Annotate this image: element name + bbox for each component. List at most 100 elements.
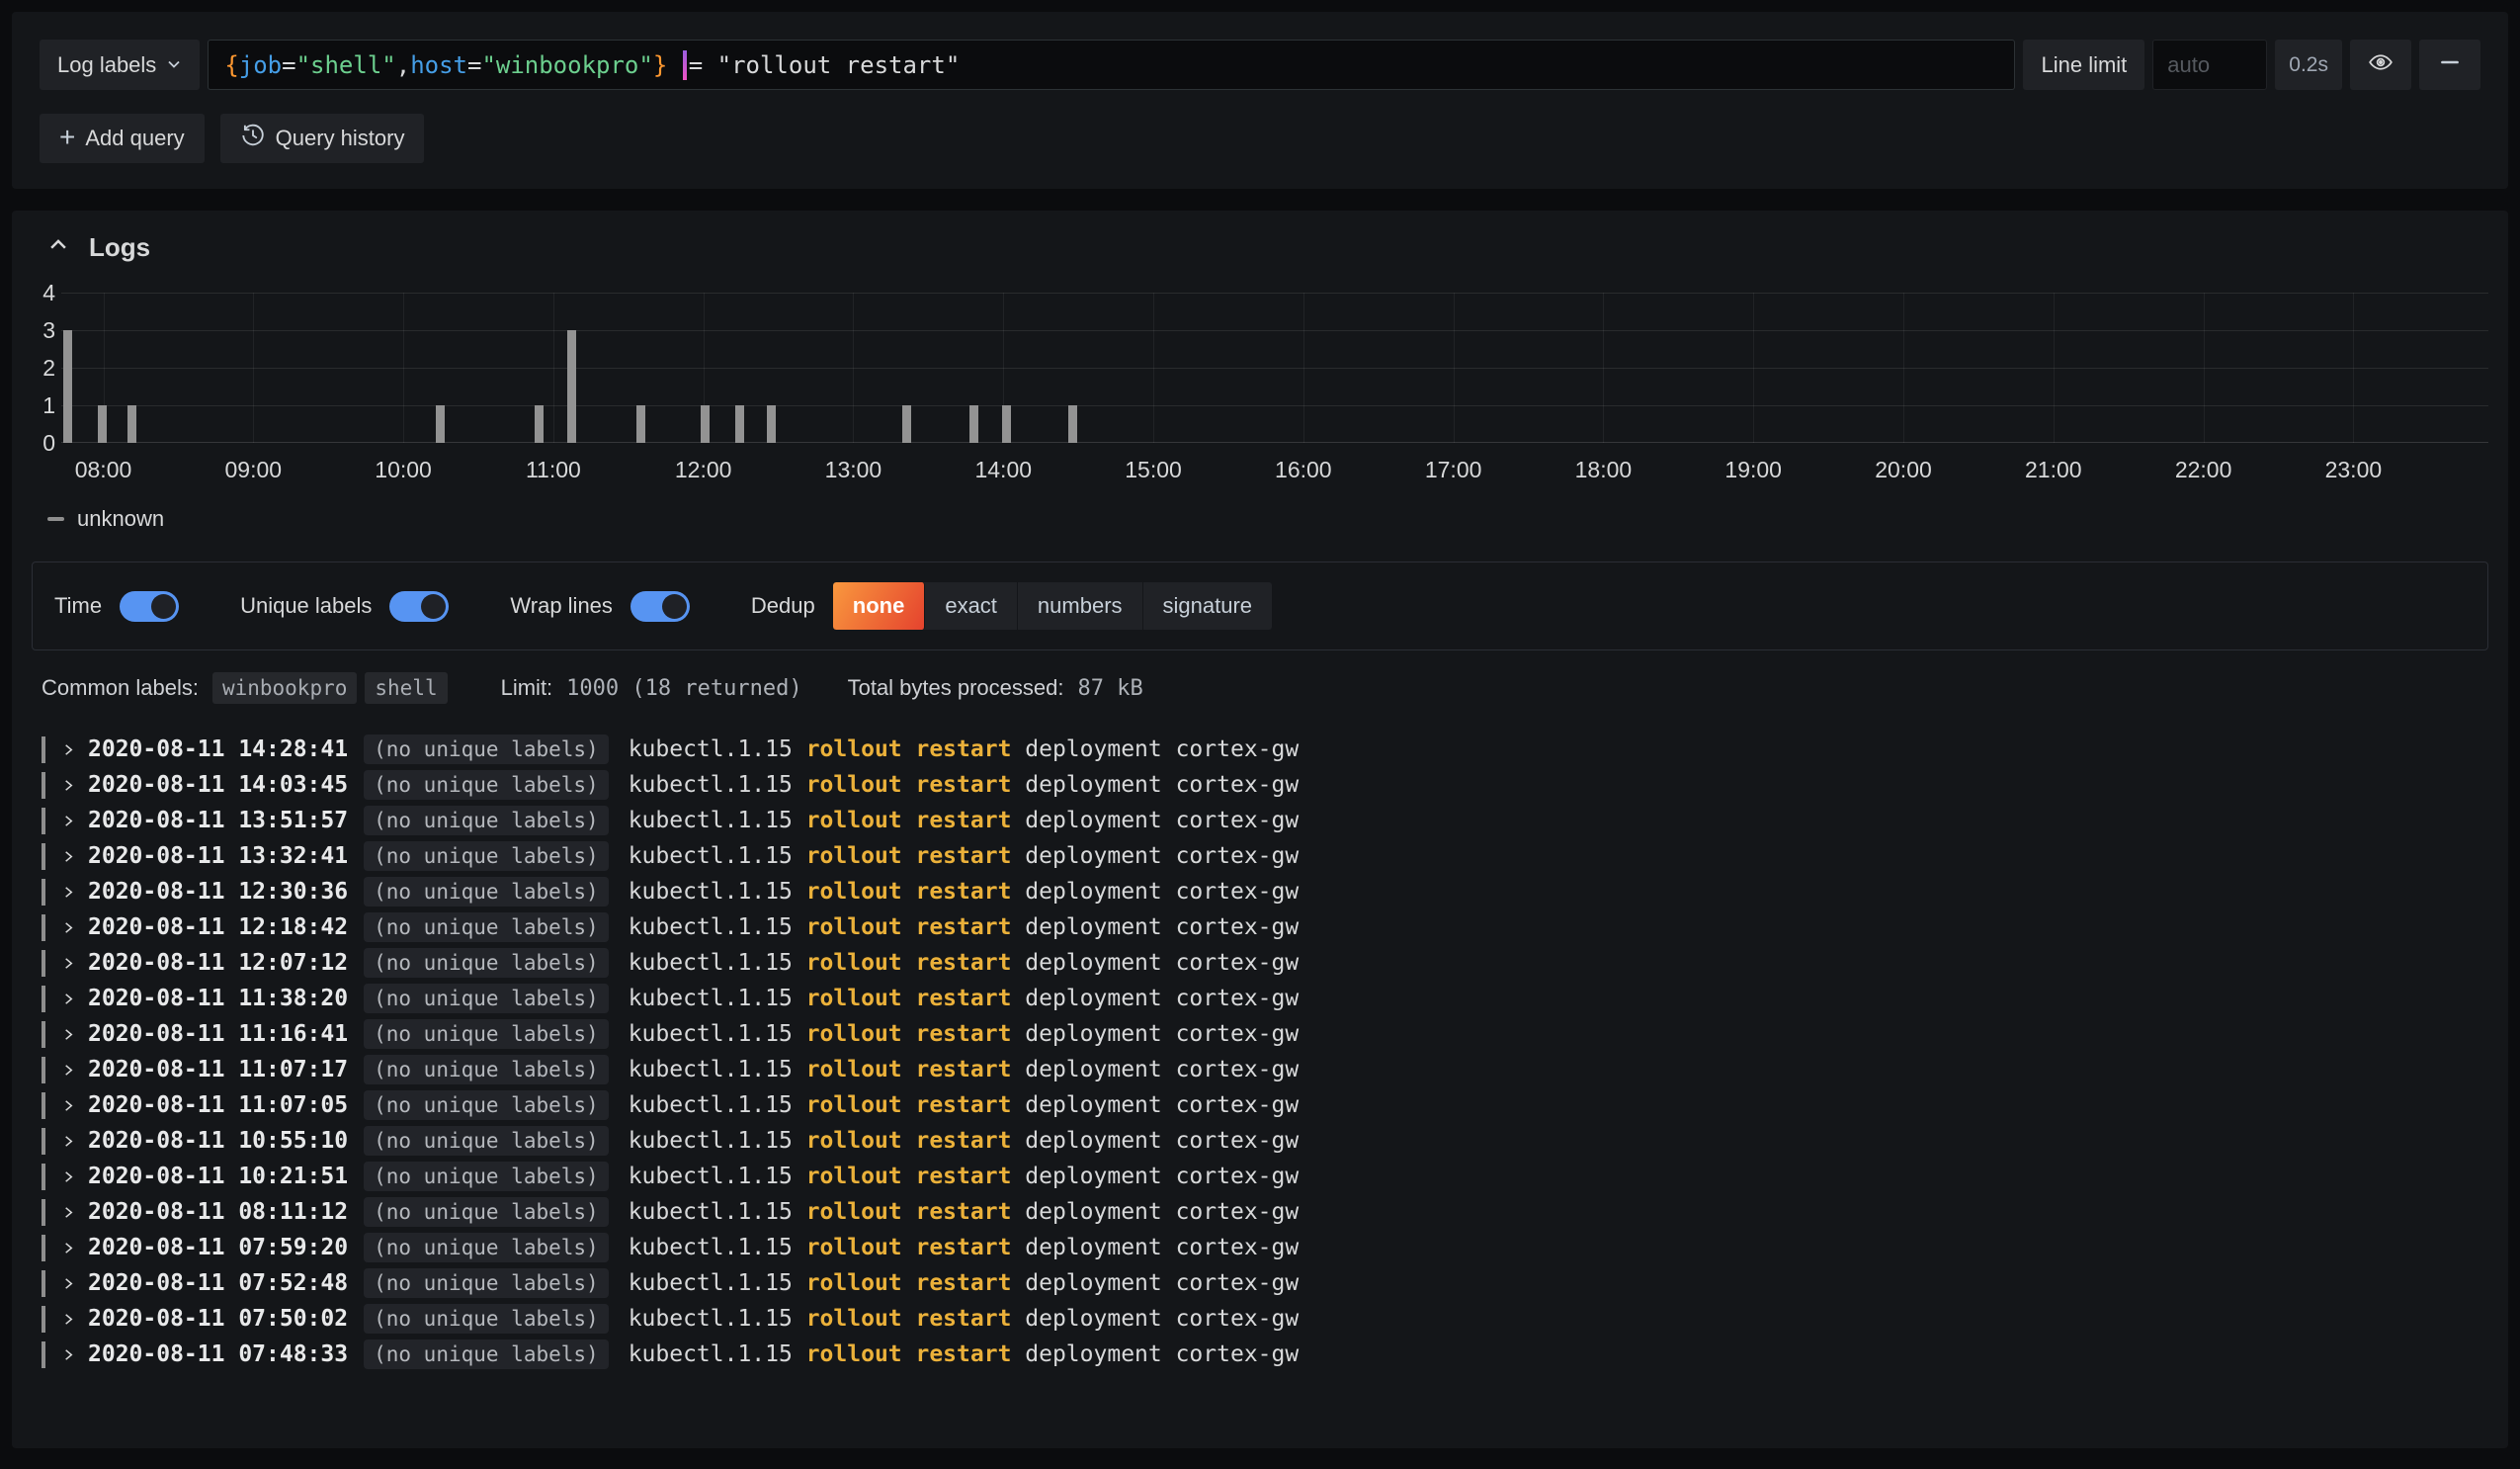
log-message-pre: kubectl.1.15 (628, 1306, 806, 1332)
log-message-post: deployment cortex-gw (1011, 1306, 1300, 1332)
chevron-right-icon[interactable] (61, 814, 76, 828)
chevron-right-icon[interactable] (61, 885, 76, 900)
log-row[interactable]: 2020-08-11 11:07:05 (no unique labels) kub… (32, 1087, 2488, 1123)
log-message-pre: kubectl.1.15 (628, 1128, 806, 1154)
log-row[interactable]: 2020-08-11 11:38:20 (no unique labels) kub… (32, 981, 2488, 1016)
dedup-option-numbers[interactable]: numbers (1018, 582, 1143, 630)
remove-query-button[interactable] (2419, 40, 2480, 90)
dedup-radio-group: none exact numbers signature (832, 582, 1273, 630)
log-volume-bar (766, 405, 776, 443)
chevron-right-icon[interactable] (61, 956, 76, 971)
log-message: kubectl.1.15 rollout restart deployment … (629, 772, 1300, 798)
log-message-pre: kubectl.1.15 (628, 772, 806, 798)
chevron-right-icon[interactable] (61, 1312, 76, 1327)
wrap-lines-toggle[interactable] (630, 590, 690, 622)
x-axis-tick-label: 22:00 (2174, 457, 2232, 482)
chart-gridline-v (1603, 293, 1605, 443)
log-level-bar (42, 913, 45, 941)
chevron-right-icon[interactable] (61, 742, 76, 757)
log-row[interactable]: 2020-08-11 11:07:17 (no unique labels) kub… (32, 1052, 2488, 1087)
log-message-pre: kubectl.1.15 (628, 1270, 806, 1296)
log-unique-labels-chip: (no unique labels) (364, 1233, 609, 1262)
log-level-bar (42, 1340, 45, 1368)
chevron-right-icon[interactable] (61, 1276, 76, 1291)
dedup-option-none[interactable]: none (832, 582, 926, 630)
log-message-post: deployment cortex-gw (1011, 1164, 1300, 1189)
chevron-right-icon[interactable] (61, 1134, 76, 1149)
log-row[interactable]: 2020-08-11 07:50:02 (no unique labels) kub… (32, 1301, 2488, 1337)
log-unique-labels-chip: (no unique labels) (364, 1162, 609, 1191)
log-row[interactable]: 2020-08-11 10:55:10 (no unique labels) kub… (32, 1123, 2488, 1159)
log-level-bar (42, 771, 45, 799)
log-row[interactable]: 2020-08-11 14:03:45 (no unique labels) kub… (32, 767, 2488, 803)
chart-gridline-v (2353, 293, 2355, 443)
toggle-knob (151, 593, 177, 619)
log-message: kubectl.1.15 rollout restart deployment … (629, 1092, 1300, 1118)
chevron-right-icon[interactable] (61, 1241, 76, 1255)
log-volume-chart: 0 1 2 3 4 (32, 280, 2488, 456)
query-history-button[interactable]: Query history (219, 114, 425, 163)
log-row[interactable]: 2020-08-11 13:32:41 (no unique labels) kub… (32, 838, 2488, 874)
log-timestamp: 2020-08-11 13:32:41 (88, 843, 349, 869)
log-row[interactable]: 2020-08-11 12:18:42 (no unique labels) kub… (32, 909, 2488, 945)
log-message-post: deployment cortex-gw (1011, 736, 1300, 762)
log-message-match: rollout restart (805, 914, 1012, 940)
log-unique-labels-chip: (no unique labels) (364, 1197, 609, 1227)
log-message: kubectl.1.15 rollout restart deployment … (629, 986, 1300, 1011)
log-labels-button[interactable]: Log labels (40, 40, 201, 90)
query-token: "winbookpro" (481, 50, 653, 79)
query-token: , (395, 50, 411, 79)
chevron-right-icon[interactable] (61, 849, 76, 864)
history-icon (240, 123, 266, 154)
log-row[interactable]: 2020-08-11 07:52:48 (no unique labels) kub… (32, 1265, 2488, 1301)
log-volume-bar (435, 405, 445, 443)
log-level-bar (42, 949, 45, 977)
legend-series-label[interactable]: unknown (77, 506, 164, 532)
log-timestamp: 2020-08-11 07:50:02 (88, 1306, 349, 1332)
chevron-right-icon[interactable] (61, 1205, 76, 1220)
dedup-option-signature[interactable]: signature (1143, 582, 1273, 630)
toggle-knob (421, 593, 447, 619)
log-row[interactable]: 2020-08-11 12:07:12 (no unique labels) kub… (32, 945, 2488, 981)
unique-labels-toggle[interactable] (389, 590, 450, 622)
chevron-right-icon[interactable] (61, 1063, 76, 1078)
chevron-right-icon[interactable] (61, 992, 76, 1006)
query-history-label: Query history (275, 126, 405, 150)
log-level-bar (42, 1305, 45, 1333)
log-volume-bar (127, 405, 137, 443)
log-message-post: deployment cortex-gw (1011, 914, 1300, 940)
log-row[interactable]: 2020-08-11 13:51:57 (no unique labels) kub… (32, 803, 2488, 838)
log-row[interactable]: 2020-08-11 11:16:41 (no unique labels) kub… (32, 1016, 2488, 1052)
common-labels-group: Common labels: winbookpro shell (42, 672, 456, 704)
chevron-right-icon[interactable] (61, 1169, 76, 1184)
log-row[interactable]: 2020-08-11 08:11:12 (no unique labels) kub… (32, 1194, 2488, 1230)
line-limit-input[interactable] (2152, 40, 2268, 90)
chevron-right-icon[interactable] (61, 778, 76, 793)
text-cursor (682, 49, 687, 80)
chevron-right-icon[interactable] (61, 920, 76, 935)
log-volume-bar (63, 330, 73, 443)
log-row[interactable]: 2020-08-11 12:30:36 (no unique labels) kub… (32, 874, 2488, 909)
log-row[interactable]: 2020-08-11 07:59:20 (no unique labels) kub… (32, 1230, 2488, 1265)
log-row[interactable]: 2020-08-11 07:48:33 (no unique labels) kub… (32, 1337, 2488, 1372)
log-volume-bar (635, 405, 645, 443)
chevron-right-icon[interactable] (61, 1098, 76, 1113)
chevron-right-icon[interactable] (61, 1347, 76, 1362)
disable-query-button[interactable] (2350, 40, 2411, 90)
x-axis-tick-label: 20:00 (1875, 457, 1932, 482)
eye-icon (2368, 49, 2394, 81)
log-row[interactable]: 2020-08-11 10:21:51 (no unique labels) kub… (32, 1159, 2488, 1194)
query-input[interactable]: {job = "shell", host = "winbookpro"} = "rollo… (208, 40, 2016, 90)
chart-plot-area[interactable] (61, 293, 2488, 443)
add-query-button[interactable]: + Add query (40, 114, 205, 163)
chevron-right-icon[interactable] (61, 1027, 76, 1042)
query-token: { (224, 50, 239, 79)
log-row[interactable]: 2020-08-11 14:28:41 (no unique labels) kub… (32, 732, 2488, 767)
bytes-processed-value: 87 kB (1077, 675, 1143, 701)
time-toggle[interactable] (120, 590, 180, 622)
log-message-pre: kubectl.1.15 (628, 914, 806, 940)
log-volume-bar (1002, 405, 1012, 443)
chevron-up-icon[interactable] (47, 234, 69, 261)
dedup-option-exact[interactable]: exact (925, 582, 1018, 630)
chart-gridline-v (1302, 293, 1304, 443)
